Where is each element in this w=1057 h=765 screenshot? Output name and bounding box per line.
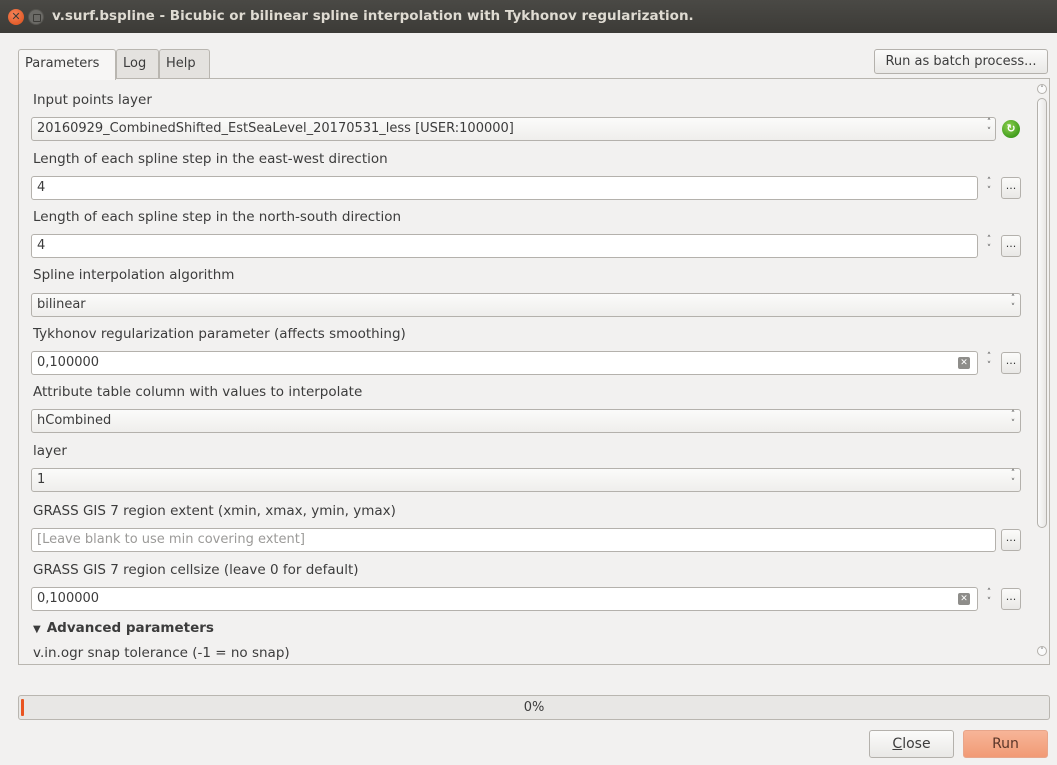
method-label: Spline interpolation algorithm xyxy=(33,267,235,283)
layer-label: layer xyxy=(33,443,67,459)
ns-step-spin-icon[interactable]: ˄ ˅ xyxy=(982,236,996,256)
cellsize-expression-button[interactable]: ... xyxy=(1001,588,1021,610)
column-label: Attribute table column with values to in… xyxy=(33,384,363,400)
column-arrows-icon[interactable]: ˄ ˅ xyxy=(1006,411,1020,431)
run-as-batch-button[interactable]: Run as batch process... xyxy=(874,49,1048,74)
column-combo[interactable]: hCombined xyxy=(31,409,1021,433)
scroll-up-icon[interactable]: ˄ xyxy=(1037,84,1047,94)
ew-step-label: Length of each spline step in the east-w… xyxy=(33,151,388,167)
vertical-scrollbar[interactable]: ˄ ˅ xyxy=(1036,84,1048,660)
triangle-down-icon: ▼ xyxy=(33,624,41,635)
advanced-parameters-toggle[interactable]: ▼ Advanced parameters xyxy=(33,620,214,636)
ns-step-label: Length of each spline step in the north-… xyxy=(33,209,402,225)
run-button[interactable]: Run xyxy=(963,730,1048,758)
layer-combo[interactable]: 1 xyxy=(31,468,1021,492)
lambda-clear-icon[interactable]: ✕ xyxy=(958,357,970,369)
window-title: v.surf.bspline - Bicubic or bilinear spl… xyxy=(52,8,694,24)
ew-step-spin-icon[interactable]: ˄ ˅ xyxy=(982,178,996,198)
input-layer-arrows-icon[interactable]: ˄ ˅ xyxy=(982,119,996,139)
tab-parameters[interactable]: Parameters xyxy=(18,49,116,80)
ew-step-input[interactable]: 4 xyxy=(31,176,978,200)
tab-log[interactable]: Log xyxy=(116,49,159,79)
progress-bar: 0% xyxy=(18,695,1050,720)
title-bar: ✕ v.surf.bspline - Bicubic or bilinear s… xyxy=(0,0,1057,33)
region-select-button[interactable]: ... xyxy=(1001,529,1021,551)
region-label: GRASS GIS 7 region extent (xmin, xmax, y… xyxy=(33,503,396,519)
scroll-thumb[interactable] xyxy=(1037,98,1047,528)
cellsize-input[interactable]: 0,100000 xyxy=(31,587,978,611)
lambda-label: Tykhonov regularization parameter (affec… xyxy=(33,326,406,342)
scroll-down-icon[interactable]: ˅ xyxy=(1037,646,1047,656)
cellsize-label: GRASS GIS 7 region cellsize (leave 0 for… xyxy=(33,562,359,578)
ns-step-input[interactable]: 4 xyxy=(31,234,978,258)
tab-help[interactable]: Help xyxy=(159,49,210,79)
close-button[interactable]: Close xyxy=(869,730,954,758)
region-input[interactable]: [Leave blank to use min covering extent] xyxy=(31,528,996,552)
refresh-icon[interactable]: ↻ xyxy=(1002,120,1020,138)
lambda-expression-button[interactable]: ... xyxy=(1001,352,1021,374)
lambda-spin-icon[interactable]: ˄ ˅ xyxy=(982,353,996,373)
progress-text: 0% xyxy=(523,700,545,715)
cellsize-clear-icon[interactable]: ✕ xyxy=(958,593,970,605)
layer-arrows-icon[interactable]: ˄ ˅ xyxy=(1006,470,1020,490)
advanced-parameters-label: Advanced parameters xyxy=(46,620,214,636)
lambda-input[interactable]: 0,100000 xyxy=(31,351,978,375)
snap-tolerance-label: v.in.ogr snap tolerance (-1 = no snap) xyxy=(33,645,290,661)
input-layer-combo[interactable]: 20160929_CombinedShifted_EstSeaLevel_201… xyxy=(31,117,996,141)
ew-step-expression-button[interactable]: ... xyxy=(1001,177,1021,199)
window-close-icon[interactable]: ✕ xyxy=(8,9,24,25)
ns-step-expression-button[interactable]: ... xyxy=(1001,235,1021,257)
method-arrows-icon[interactable]: ˄ ˅ xyxy=(1006,295,1020,315)
close-mnemonic: C xyxy=(892,736,903,752)
input-layer-label: Input points layer xyxy=(33,92,152,108)
window-minimize-icon[interactable] xyxy=(28,9,44,25)
cellsize-spin-icon[interactable]: ˄ ˅ xyxy=(982,589,996,609)
close-label: lose xyxy=(902,736,931,752)
method-combo[interactable]: bilinear xyxy=(31,293,1021,317)
